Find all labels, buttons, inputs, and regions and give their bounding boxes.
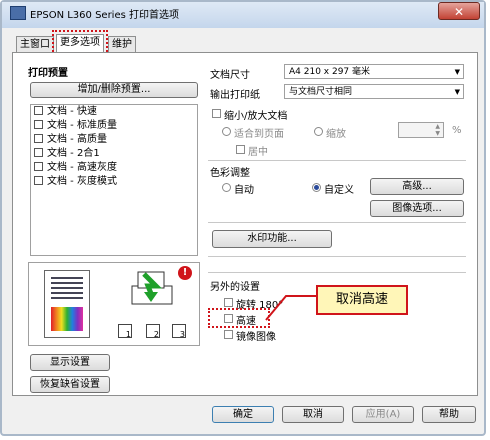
reduce-enlarge-checkbox[interactable]	[212, 109, 221, 118]
preset-item[interactable]: 文档 - 高质量	[34, 134, 107, 146]
preset-item[interactable]: 文档 - 高速灰度	[34, 162, 117, 174]
fit-to-page-radio[interactable]	[222, 127, 231, 136]
window-title: EPSON L360 Series 打印首选项	[30, 10, 179, 21]
reduce-enlarge-label: 缩小/放大文档	[224, 111, 288, 122]
document-size-value: A4 210 x 297 毫米	[289, 67, 371, 77]
printer-icon	[131, 271, 173, 305]
preset-label: 文档 - 2合1	[47, 148, 100, 159]
copy-2-icon: 2	[146, 324, 160, 339]
two-up-icon	[34, 148, 43, 157]
percent-label: %	[452, 125, 462, 136]
preset-item[interactable]: 文档 - 快速	[34, 106, 97, 118]
copy-1-icon: 1	[118, 324, 132, 339]
preset-item[interactable]: 文档 - 2合1	[34, 148, 100, 160]
mirror-image-checkbox[interactable]	[224, 330, 233, 339]
print-presets-title: 打印预置	[28, 68, 68, 79]
custom-color-label: 自定义	[324, 185, 354, 196]
preset-label: 文档 - 标准质量	[47, 120, 117, 131]
zoom-spinbox[interactable]: ▲ ▼	[398, 122, 444, 138]
spin-arrows-icon: ▲ ▼	[435, 123, 440, 137]
center-checkbox[interactable]	[236, 145, 245, 154]
image-options-button[interactable]: 图像选项...	[370, 200, 464, 217]
apply-button[interactable]: 应用(A)	[352, 406, 414, 423]
center-label: 居中	[248, 147, 268, 158]
auto-color-label: 自动	[234, 185, 254, 196]
zoom-radio[interactable]	[314, 127, 323, 136]
tab-maintenance[interactable]: 维护	[108, 36, 136, 52]
divider	[208, 222, 466, 223]
close-button[interactable]: ✕	[438, 2, 480, 20]
page-preview-icon	[44, 270, 90, 338]
watermark-button[interactable]: 水印功能...	[212, 230, 332, 248]
divider	[208, 160, 466, 161]
divider	[208, 272, 466, 273]
fit-to-page-label: 适合到页面	[234, 129, 284, 140]
output-paper-value: 与文档尺寸相同	[289, 87, 353, 97]
restore-defaults-button[interactable]: 恢复缺省设置	[30, 376, 110, 393]
document-size-label: 文档尺寸	[210, 70, 250, 81]
help-button[interactable]: 帮助	[422, 406, 476, 423]
copy-3-icon: 3	[172, 324, 186, 339]
document-icon	[34, 134, 43, 143]
document-icon	[34, 106, 43, 115]
color-adjust-label: 色彩调整	[210, 168, 250, 179]
preset-label: 文档 - 灰度模式	[47, 176, 117, 187]
advanced-button[interactable]: 高级...	[370, 178, 464, 195]
preset-item[interactable]: 文档 - 标准质量	[34, 120, 117, 132]
warning-icon: !	[178, 266, 192, 280]
document-icon	[34, 176, 43, 185]
cancel-button[interactable]: 取消	[282, 406, 344, 423]
document-icon	[34, 162, 43, 171]
preset-label: 文档 - 高速灰度	[47, 162, 117, 173]
add-remove-presets-button[interactable]: 增加/删除预置...	[30, 82, 198, 98]
callout-cancel-high-speed: 取消高速	[316, 285, 408, 315]
show-settings-button[interactable]: 显示设置	[30, 354, 110, 371]
dropdown-arrow-icon: ▼	[454, 68, 460, 76]
preset-item[interactable]: 文档 - 灰度模式	[34, 176, 117, 188]
high-speed-highlight-outline	[208, 308, 270, 328]
dropdown-arrow-icon: ▼	[454, 88, 460, 96]
tab-main[interactable]: 主窗口	[16, 36, 54, 52]
document-icon	[34, 120, 43, 129]
custom-color-radio[interactable]	[312, 183, 321, 192]
preset-label: 文档 - 快速	[47, 106, 97, 117]
output-paper-select[interactable]: 与文档尺寸相同 ▼	[284, 84, 464, 99]
rotate-180-checkbox[interactable]	[224, 298, 233, 307]
output-paper-label: 输出打印纸	[210, 90, 260, 101]
divider	[208, 256, 466, 257]
document-size-select[interactable]: A4 210 x 297 毫米 ▼	[284, 64, 464, 79]
preset-label: 文档 - 高质量	[47, 134, 107, 145]
extra-settings-label: 另外的设置	[210, 282, 260, 293]
auto-color-radio[interactable]	[222, 183, 231, 192]
ok-button[interactable]: 确定	[212, 406, 274, 423]
callout-arrow	[265, 295, 318, 321]
mirror-image-label: 镜像图像	[236, 332, 276, 343]
printer-app-icon	[10, 6, 26, 20]
zoom-label: 缩放	[326, 129, 346, 140]
